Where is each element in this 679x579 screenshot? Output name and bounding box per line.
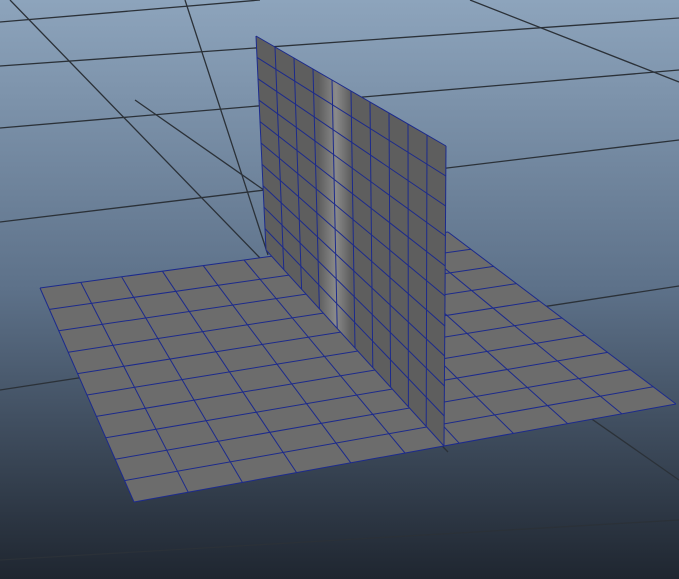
3d-viewport[interactable]: [0, 0, 679, 579]
viewport-canvas[interactable]: [0, 0, 679, 579]
